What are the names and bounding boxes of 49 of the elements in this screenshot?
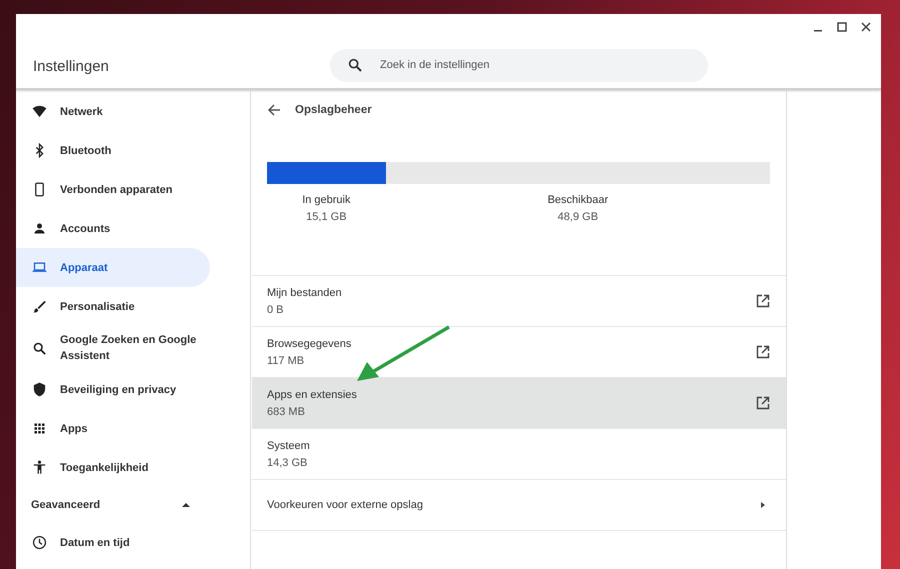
sidebar-item[interactable]: Bluetooth	[16, 131, 210, 170]
open-external-icon[interactable]	[756, 396, 770, 410]
sidebar-item[interactable]: Google Zoeken en Google Assistent	[16, 326, 210, 370]
sidebar-item[interactable]: Toegankelijkheid	[16, 448, 210, 487]
row-value: 683 MB	[267, 406, 306, 418]
sidebar-item[interactable]: Netwerk	[16, 92, 210, 131]
used-value: 15,1 GB	[306, 211, 347, 223]
grid-icon	[32, 421, 47, 436]
row-title: Mijn bestanden	[267, 286, 342, 298]
search-icon	[32, 340, 47, 356]
close-icon[interactable]	[859, 20, 873, 34]
sidebar-item[interactable]: Beveiliging en privacy	[16, 370, 210, 409]
sidebar-item[interactable]: Verbonden apparaten	[16, 170, 210, 209]
sidebar-item[interactable]: Accounts	[16, 209, 210, 248]
back-button[interactable]	[267, 103, 281, 117]
used-label: In gebruik	[302, 194, 350, 206]
sidebar-item[interactable]: Apps	[16, 409, 210, 448]
available-label: Beschikbaar	[548, 194, 608, 206]
maximize-icon[interactable]	[835, 20, 849, 34]
open-external-icon[interactable]	[756, 345, 770, 359]
row-value: 14,3 GB	[267, 456, 308, 468]
advanced-section-toggle[interactable]: Geavanceerd	[16, 487, 196, 523]
row-title: Systeem	[267, 440, 310, 452]
window-title: Instellingen	[33, 58, 110, 74]
row-title: Browsegegevens	[267, 338, 352, 350]
row-value: 0 B	[267, 304, 285, 316]
clock-icon	[32, 535, 47, 550]
phone-icon	[32, 182, 47, 197]
wifi-icon	[32, 104, 47, 119]
row-title: Voorkeuren voor externe opslag	[267, 499, 423, 511]
open-external-icon[interactable]	[756, 294, 770, 308]
sidebar-item[interactable]: Apparaat	[16, 248, 210, 287]
available-value: 48,9 GB	[558, 211, 598, 223]
brush-icon	[32, 299, 47, 314]
storage-row[interactable]: Systeem 14,3 GB	[252, 429, 786, 480]
storage-row[interactable]: Apps en extensies 683 MB	[252, 378, 786, 429]
shield-icon	[32, 382, 47, 397]
row-value: 117 MB	[267, 354, 306, 366]
storage-row[interactable]: Mijn bestanden 0 B	[252, 276, 786, 327]
accessibility-icon	[32, 460, 47, 475]
storage-row[interactable]: Voorkeuren voor externe opslag	[252, 480, 786, 531]
caret-icon	[182, 501, 190, 509]
search-field[interactable]: Zoek in de instellingen	[330, 48, 708, 82]
person-icon	[32, 221, 47, 236]
sidebar-item[interactable]: Personalisatie	[16, 287, 210, 326]
sidebar-item[interactable]: Datum en tijd	[16, 523, 210, 562]
row-title: Apps en extensies	[267, 388, 357, 400]
laptop-icon	[32, 260, 47, 275]
page-title: Opslagbeheer	[295, 104, 372, 116]
